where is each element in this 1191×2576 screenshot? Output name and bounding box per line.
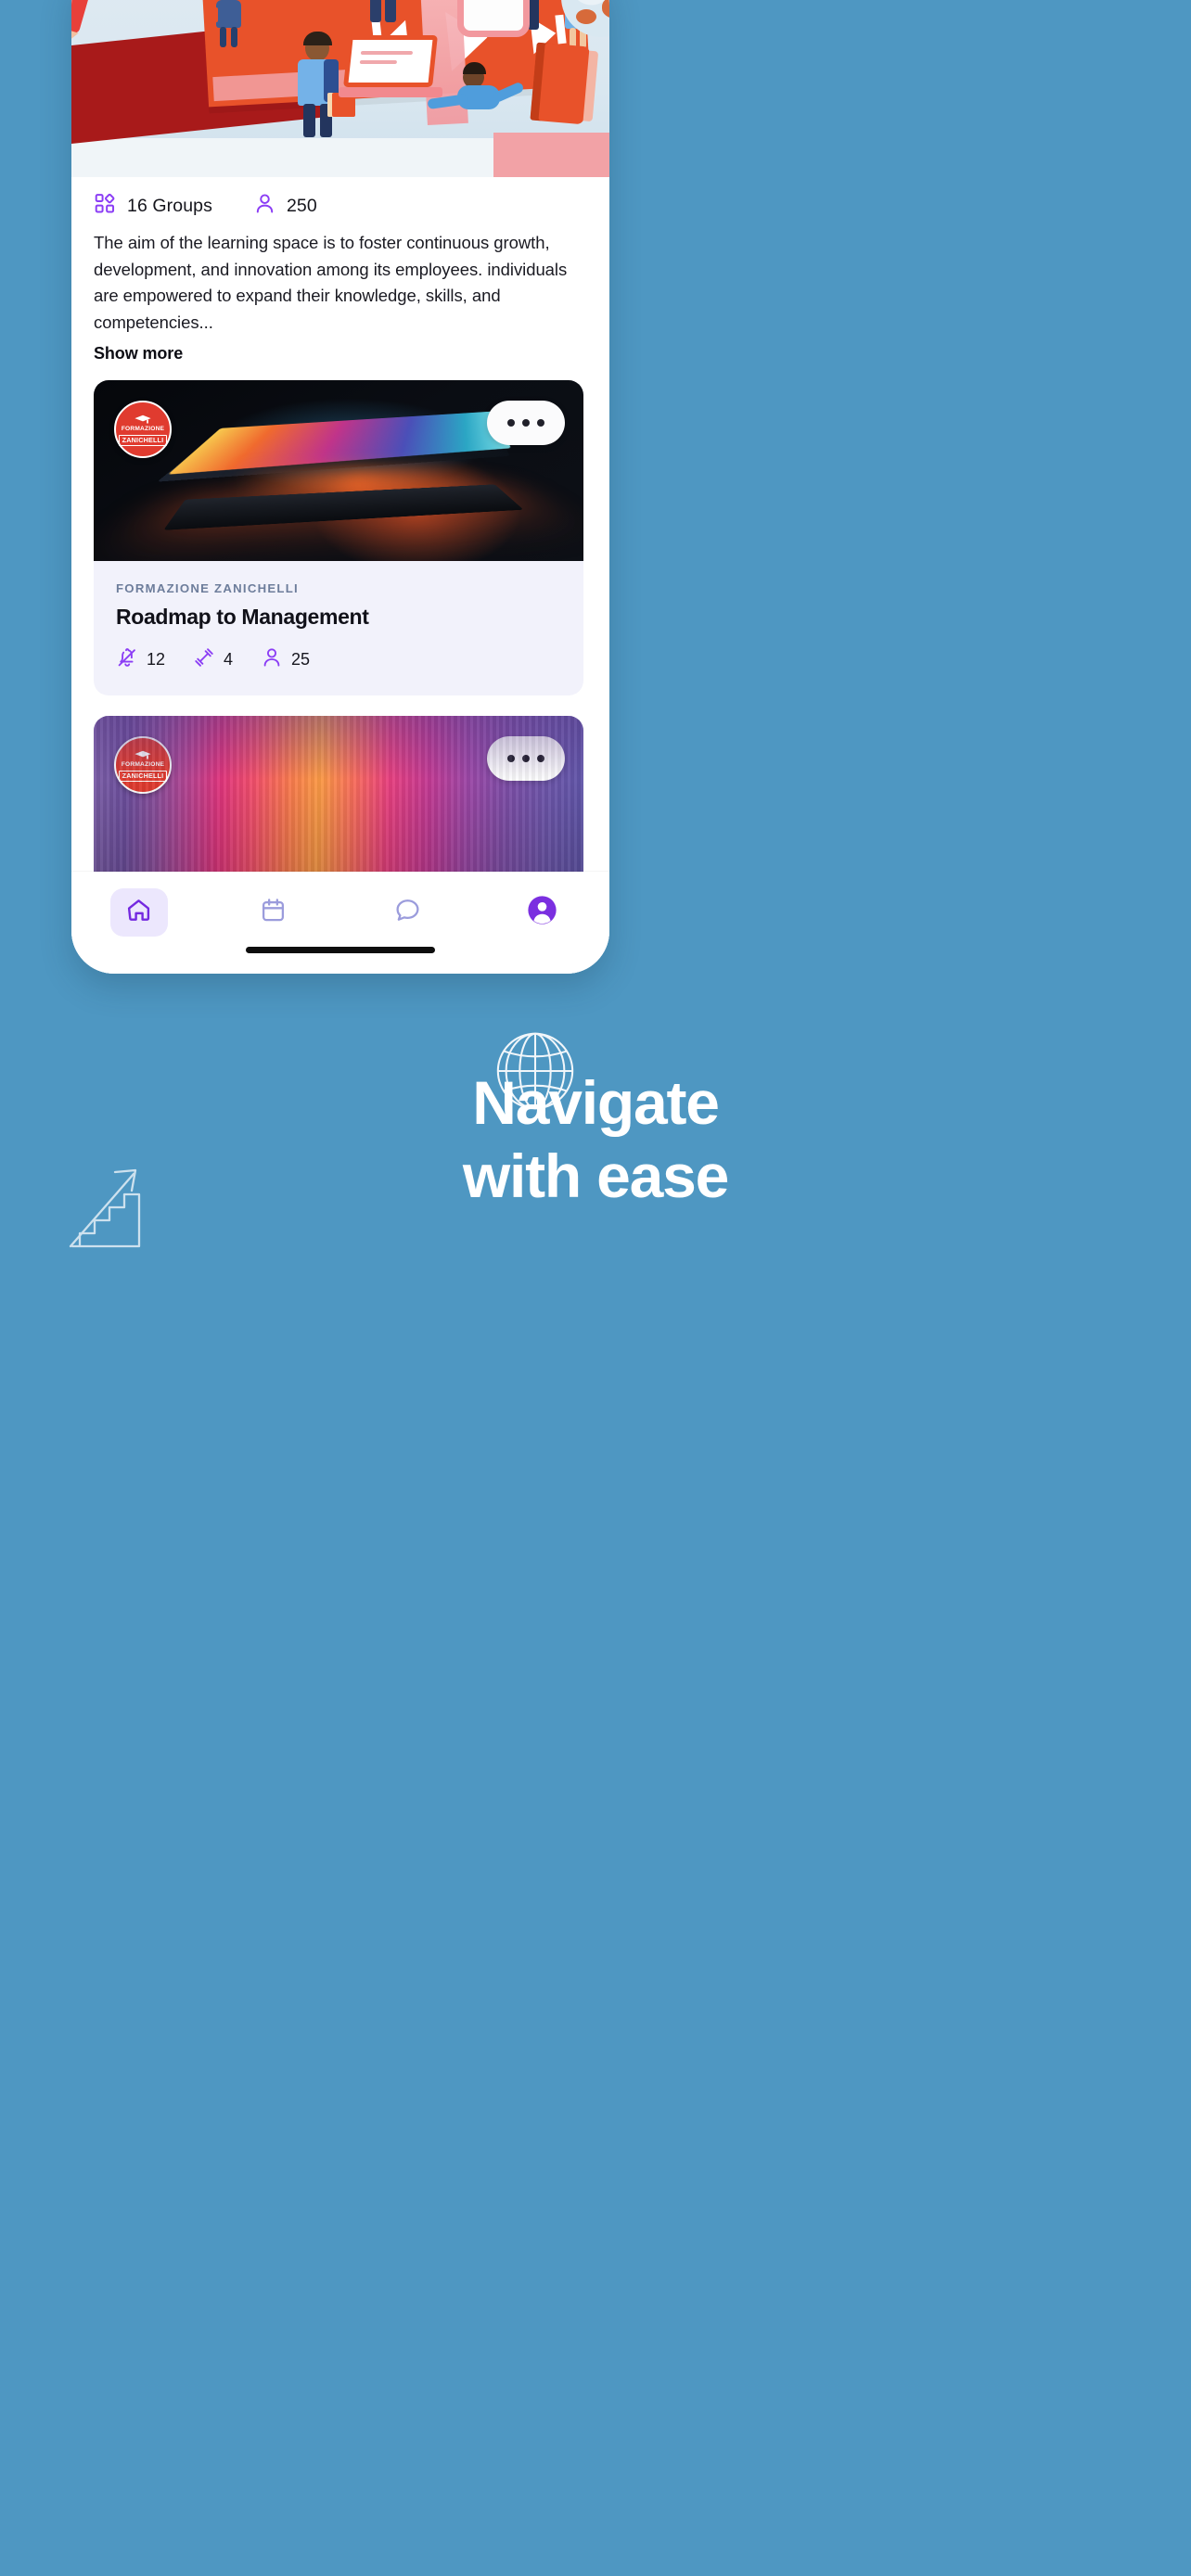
more-options-icon <box>507 755 515 762</box>
headline-line-2: with ease <box>462 1141 730 1211</box>
hero-pink-slab <box>493 133 609 177</box>
course-card-metrics: 12 4 25 <box>116 646 561 673</box>
space-stats-row: 16 Groups 250 <box>71 177 609 235</box>
phone-mockup: 16 Groups 250 The aim of the learning sp… <box>71 0 609 974</box>
more-options-icon <box>522 755 530 762</box>
course-card-image: FORMAZIONE ZANICHELLI <box>94 716 583 897</box>
profile-avatar-icon <box>527 895 557 930</box>
marketing-headline: Navigate with ease <box>0 1066 1191 1213</box>
dumbbell-icon <box>193 646 215 673</box>
home-icon <box>125 897 152 928</box>
course-card-body: FORMAZIONE ZANICHELLI Roadmap to Managem… <box>94 561 583 673</box>
phone-screen: 16 Groups 250 The aim of the learning sp… <box>71 0 609 974</box>
more-options-icon <box>507 419 515 427</box>
show-more-button[interactable]: Show more <box>94 344 183 363</box>
formazione-zanichelli-badge: FORMAZIONE ZANICHELLI <box>114 401 172 458</box>
graduation-cap-icon <box>134 414 151 424</box>
metric-workouts: 4 <box>193 646 233 673</box>
laptop-base <box>163 484 524 530</box>
more-options-icon <box>522 419 530 427</box>
nav-tab-home[interactable] <box>109 888 168 937</box>
stat-groups[interactable]: 16 Groups <box>94 192 212 220</box>
metric-workouts-value: 4 <box>224 650 234 669</box>
person-icon <box>253 192 276 220</box>
space-description: The aim of the learning space is to fost… <box>94 233 568 332</box>
course-card-eyebrow: FORMAZIONE ZANICHELLI <box>116 581 299 595</box>
badge-line-1: FORMAZIONE <box>121 760 165 768</box>
tablet-prop-icon <box>457 0 530 37</box>
laptop-prop-icon <box>339 35 442 102</box>
graduation-cap-icon <box>134 750 151 759</box>
groups-count-label: 16 Groups <box>127 195 212 216</box>
course-card-roadmap[interactable]: FORMAZIONE ZANICHELLI FORMAZIONE ZANICHE… <box>94 380 583 695</box>
bottom-navigation-bar <box>71 872 609 974</box>
metric-notifications-value: 12 <box>147 650 166 669</box>
person-icon <box>261 646 283 673</box>
hero-illustration <box>71 0 609 177</box>
stat-members[interactable]: 250 <box>253 192 317 220</box>
course-card-image: FORMAZIONE ZANICHELLI <box>94 380 583 561</box>
nav-tab-profile[interactable] <box>514 888 571 937</box>
more-options-icon <box>537 419 544 427</box>
members-count-label: 250 <box>286 195 317 216</box>
headline-line-1: Navigate <box>472 1068 720 1137</box>
more-options-icon <box>537 755 544 762</box>
nav-tab-calendar[interactable] <box>245 888 302 937</box>
badge-line-1: FORMAZIONE <box>121 425 165 432</box>
formazione-zanichelli-badge: FORMAZIONE ZANICHELLI <box>114 736 172 794</box>
metric-notifications: 12 <box>116 646 165 673</box>
course-card-more-options-button[interactable] <box>487 401 565 445</box>
nav-tab-chat[interactable] <box>379 888 437 937</box>
calendar-icon <box>260 897 287 928</box>
groups-grid-icon <box>94 192 117 220</box>
home-indicator <box>246 947 435 953</box>
course-card-more-options-button[interactable] <box>487 736 565 781</box>
bell-off-icon <box>116 646 138 673</box>
badge-line-2: ZANICHELLI <box>119 435 167 447</box>
figure-standing-center <box>350 0 415 24</box>
chat-bubble-icon <box>394 897 421 928</box>
metric-participants-value: 25 <box>291 650 311 669</box>
figure-child-left <box>205 0 251 48</box>
metric-participants: 25 <box>261 646 310 673</box>
book-prop-icon <box>530 42 591 125</box>
badge-line-2: ZANICHELLI <box>119 771 167 783</box>
course-card-title: Roadmap to Management <box>116 605 369 629</box>
